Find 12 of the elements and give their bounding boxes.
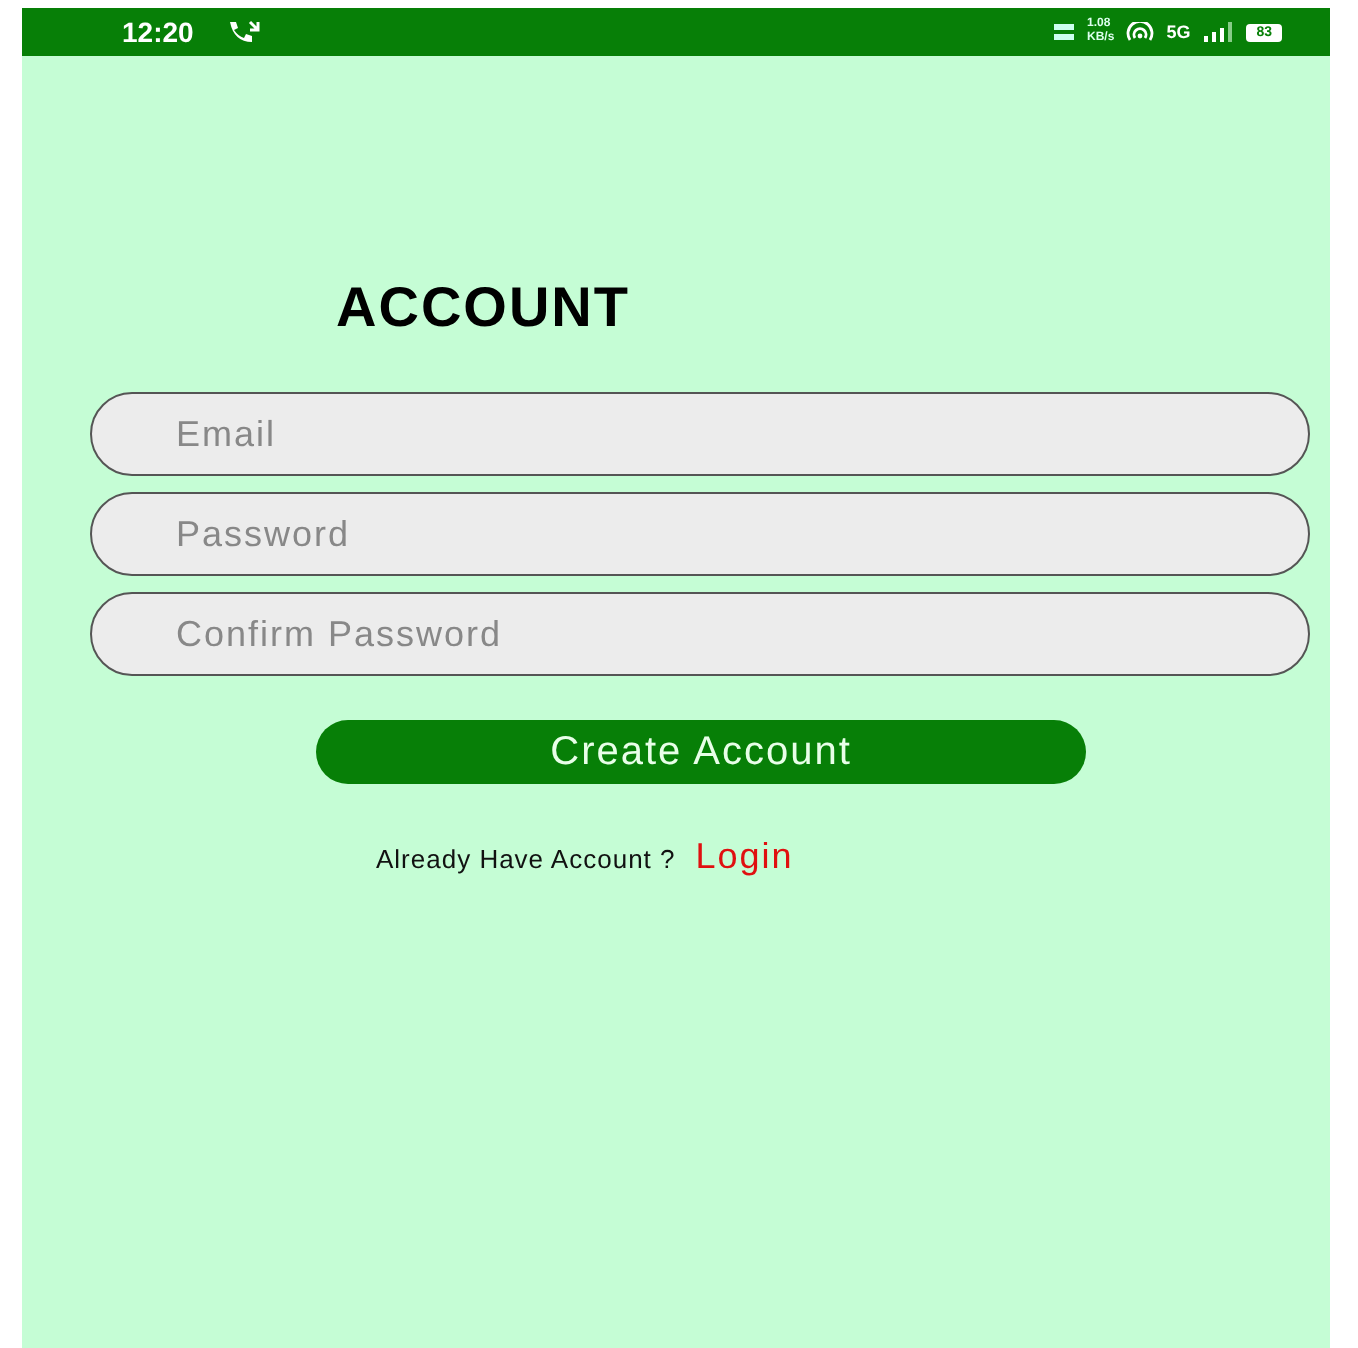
create-account-button[interactable]: Create Account bbox=[316, 720, 1086, 784]
login-link[interactable]: Login bbox=[695, 836, 794, 878]
phone-call-icon bbox=[225, 20, 262, 44]
hotspot-icon bbox=[1126, 22, 1155, 42]
clock-time: 12:20 bbox=[122, 16, 194, 48]
signal-icon bbox=[1202, 22, 1235, 42]
input-field[interactable]: Email bbox=[90, 392, 1310, 476]
input-field[interactable]: Confirm Password bbox=[90, 592, 1310, 676]
page-title: ACCOUNT bbox=[336, 276, 630, 340]
network-type: 5G bbox=[1166, 22, 1191, 42]
input-field[interactable]: Password bbox=[90, 492, 1310, 576]
footer-text: Already Have Account ? bbox=[376, 844, 676, 874]
